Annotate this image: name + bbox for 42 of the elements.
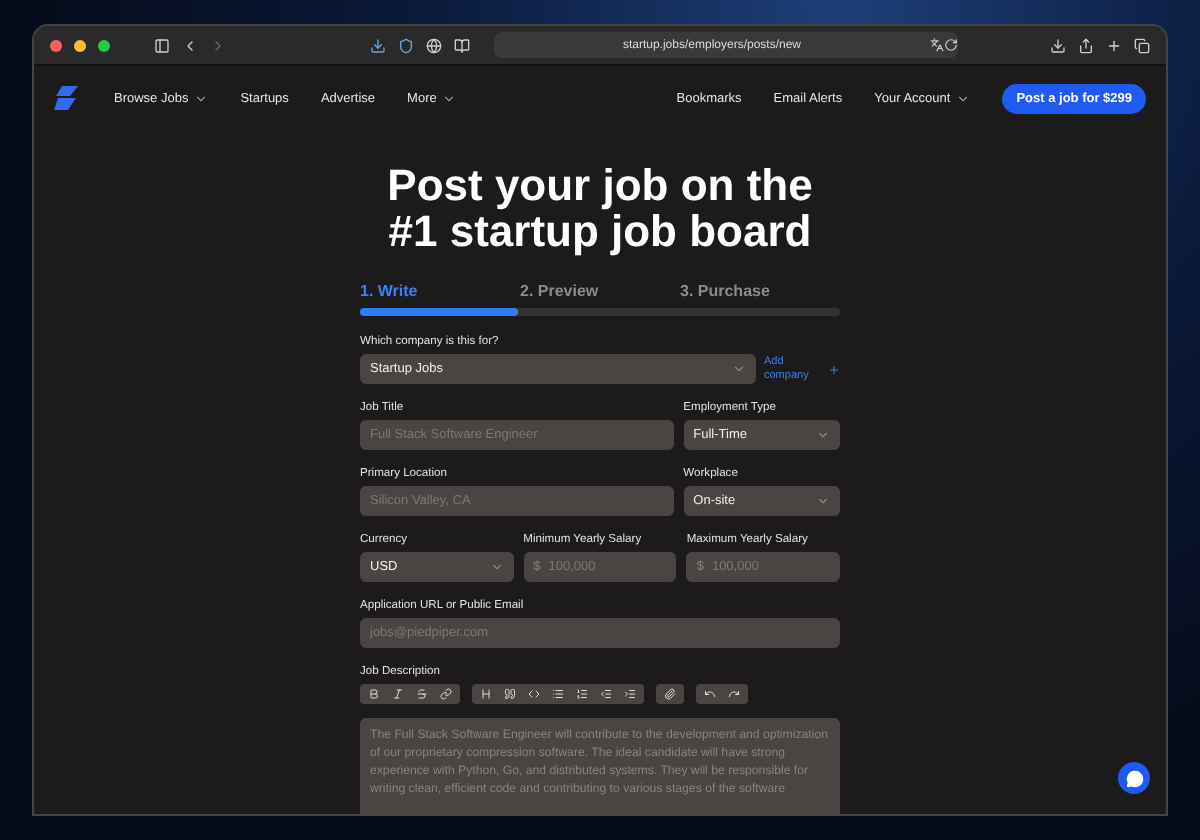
page-heading: Post your job on the #1 startup job board xyxy=(387,162,813,254)
minimize-button[interactable] xyxy=(74,39,86,51)
chevron-down-icon xyxy=(489,560,504,574)
plus-icon[interactable] xyxy=(828,363,840,375)
sidebar-icon[interactable] xyxy=(154,37,170,53)
indent-icon[interactable] xyxy=(624,688,636,700)
forward-icon[interactable] xyxy=(210,37,226,53)
bullet-list-icon[interactable] xyxy=(552,688,564,700)
outdent-icon[interactable] xyxy=(600,688,612,700)
globe-icon[interactable] xyxy=(426,37,442,53)
reload-icon[interactable] xyxy=(944,38,958,52)
shield-icon[interactable] xyxy=(398,37,414,53)
numbered-list-icon[interactable] xyxy=(576,688,588,700)
italic-icon[interactable] xyxy=(392,688,404,700)
chat-icon xyxy=(1125,769,1143,787)
back-icon[interactable] xyxy=(182,37,198,53)
new-tab-icon[interactable] xyxy=(1106,37,1122,53)
quote-icon[interactable] xyxy=(504,688,516,700)
step-tab[interactable]: 3. Purchase xyxy=(680,282,840,300)
chat-button[interactable] xyxy=(1118,762,1150,794)
reader-icon[interactable] xyxy=(454,37,470,53)
heading-icon[interactable] xyxy=(480,688,492,700)
close-button[interactable] xyxy=(50,39,62,51)
redo-icon[interactable] xyxy=(728,688,740,700)
link-icon[interactable] xyxy=(440,688,452,700)
logo-icon[interactable] xyxy=(54,84,82,112)
bold-icon[interactable] xyxy=(368,688,380,700)
undo-icon[interactable] xyxy=(704,688,716,700)
chevron-down-icon xyxy=(816,494,830,508)
download-icon[interactable] xyxy=(1050,37,1066,53)
step-tab[interactable]: 1. Write xyxy=(360,282,520,300)
strikethrough-icon[interactable] xyxy=(416,688,428,700)
code-icon[interactable] xyxy=(528,688,540,700)
zoom-button[interactable] xyxy=(98,39,110,51)
step-tab[interactable]: 2. Preview xyxy=(520,282,680,300)
chevron-down-icon xyxy=(732,362,746,376)
translate-icon[interactable] xyxy=(930,38,944,52)
chevron-down-icon xyxy=(816,428,830,442)
paperclip-icon[interactable] xyxy=(664,688,676,700)
tabs-icon[interactable] xyxy=(1134,37,1150,53)
download-icon[interactable] xyxy=(370,37,386,53)
share-icon[interactable] xyxy=(1078,37,1094,53)
